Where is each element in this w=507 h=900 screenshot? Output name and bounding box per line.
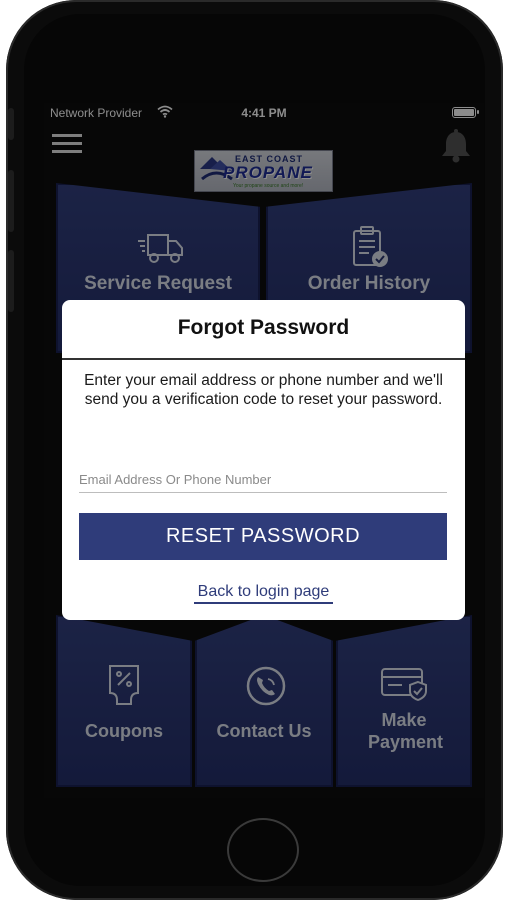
dialog-description: Enter your email address or phone number… xyxy=(84,372,443,408)
forgot-password-dialog: Forgot Password Enter your email address… xyxy=(62,300,465,620)
mute-switch xyxy=(8,108,14,140)
back-to-login-container: Back to login page xyxy=(62,583,465,604)
home-button[interactable] xyxy=(227,818,299,882)
reset-password-button[interactable]: RESET PASSWORD xyxy=(79,513,447,560)
app-screen: Network Provider 4:41 PM EAST COAST PROP… xyxy=(44,103,484,798)
email-or-phone-input[interactable] xyxy=(79,467,447,493)
volume-down-button xyxy=(8,250,14,312)
back-to-login-link[interactable]: Back to login page xyxy=(193,583,334,604)
title-divider xyxy=(62,358,465,360)
volume-up-button xyxy=(8,170,14,232)
dialog-title: Forgot Password xyxy=(177,316,350,339)
phone-frame: Network Provider 4:41 PM EAST COAST PROP… xyxy=(6,0,503,900)
